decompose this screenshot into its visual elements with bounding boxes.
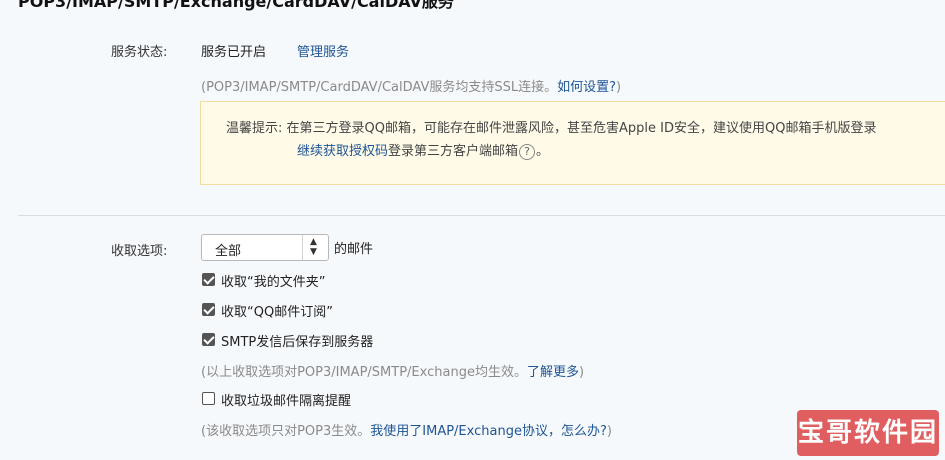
- tip-text: 在第三方登录QQ邮箱，可能存在邮件泄露风险，甚至危害Apple ID安全，建议使…: [286, 121, 877, 136]
- receive-scope-select[interactable]: 全部 ▲ ▼: [201, 234, 329, 261]
- section-divider: [18, 215, 945, 216]
- receive-scope-value: 全部: [215, 244, 242, 259]
- option-my-folders-label[interactable]: 收取“我的文件夹”: [221, 271, 325, 290]
- checkbox-my-folders[interactable]: [202, 273, 215, 286]
- manage-service-link[interactable]: 管理服务: [297, 41, 349, 60]
- imap-exchange-help-link[interactable]: 我使用了IMAP/Exchange协议，怎么办?: [370, 424, 607, 439]
- tip-line2-end: 。: [536, 144, 550, 159]
- learn-more-link[interactable]: 了解更多: [527, 365, 579, 380]
- section-title: POP3/IMAP/SMTP/Exchange/CardDAV/CalDAV服务: [18, 0, 454, 11]
- checkbox-smtp-save[interactable]: [202, 333, 215, 346]
- warm-tip-box: 温馨提示: 在第三方登录QQ邮箱，可能存在邮件泄露风险，甚至危害Apple ID…: [200, 101, 945, 185]
- ssl-note-end: ): [616, 80, 622, 95]
- checkbox-spam-reminder[interactable]: [202, 392, 215, 405]
- receive-note-2-end: ): [606, 424, 612, 439]
- option-qq-subscription-label[interactable]: 收取“QQ邮件订阅”: [221, 301, 333, 320]
- ssl-note: (POP3/IMAP/SMTP/CardDAV/CalDAV服务均支持SSL连接…: [201, 76, 621, 95]
- receive-note-1: (以上收取选项对POP3/IMAP/SMTP/Exchange均生效。了解更多): [201, 361, 584, 380]
- ssl-note-text: (POP3/IMAP/SMTP/CardDAV/CalDAV服务均支持SSL连接…: [201, 80, 558, 95]
- receive-note-1-text: (以上收取选项对POP3/IMAP/SMTP/Exchange均生效。: [201, 365, 527, 380]
- checkbox-qq-subscription[interactable]: [202, 303, 215, 316]
- receive-note-1-end: ): [578, 365, 585, 380]
- tip-line-2: 继续获取授权码登录第三方客户端邮箱?。: [297, 140, 549, 160]
- receive-note-2-text: (该收取选项只对POP3生效。: [201, 424, 371, 439]
- question-circle-icon[interactable]: ?: [519, 143, 536, 160]
- service-status-value: 服务已开启: [201, 45, 267, 60]
- site-watermark-logo: 宝哥软件园: [797, 410, 939, 456]
- receive-note-2: (该收取选项只对POP3生效。我使用了IMAP/Exchange协议，怎么办?): [201, 420, 612, 439]
- receive-scope-suffix: 的邮件: [334, 242, 374, 257]
- tip-line2-text: 登录第三方客户端邮箱: [388, 144, 519, 159]
- option-spam-reminder-label[interactable]: 收取垃圾邮件隔离提醒: [221, 390, 351, 409]
- option-smtp-save-label[interactable]: SMTP发信后保存到服务器: [221, 331, 373, 350]
- receive-options-label: 收取选项:: [111, 244, 168, 259]
- select-updown-icon: ▲ ▼: [310, 237, 317, 257]
- tip-prefix: 温馨提示:: [226, 121, 283, 136]
- select-divider: [302, 235, 303, 260]
- ssl-howto-link[interactable]: 如何设置?: [557, 80, 616, 95]
- get-auth-code-link[interactable]: 继续获取授权码: [297, 144, 388, 159]
- service-status-label: 服务状态:: [111, 45, 168, 60]
- tip-line-1: 温馨提示: 在第三方登录QQ邮箱，可能存在邮件泄露风险，甚至危害Apple ID…: [226, 117, 876, 136]
